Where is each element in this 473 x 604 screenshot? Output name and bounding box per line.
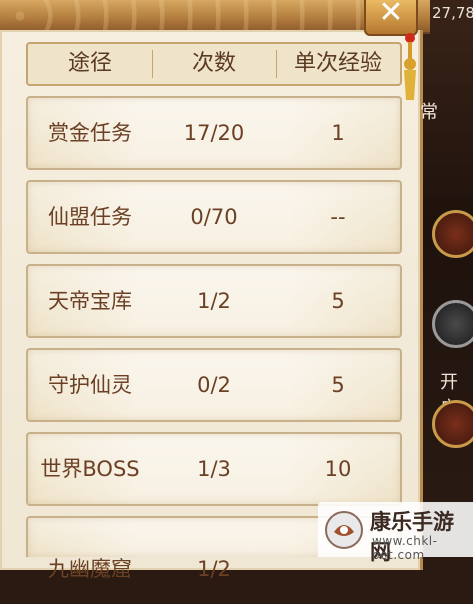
- header-path: 途径: [67, 51, 112, 76]
- row-path: 仙盟任务: [48, 205, 132, 229]
- site-watermark: 康乐手游网 www.chkl-pet.com: [318, 502, 473, 564]
- row-exp: 1: [331, 121, 345, 145]
- close-button[interactable]: ✕: [364, 0, 418, 36]
- table-row[interactable]: 赏金任务 17/20 1: [26, 96, 402, 170]
- table-row[interactable]: 世界BOSS 1/3 10: [26, 432, 402, 506]
- watermark-logo-icon: [325, 511, 363, 549]
- side-round-button[interactable]: [432, 400, 473, 448]
- row-count: 0/70: [190, 205, 238, 229]
- row-count: 0/2: [197, 373, 231, 397]
- header-exp: 单次经验: [293, 51, 382, 76]
- table-row[interactable]: 守护仙灵 0/2 5: [26, 348, 402, 422]
- status-time: 27,78: [432, 4, 473, 22]
- row-count: 1/2: [197, 289, 231, 313]
- side-round-button[interactable]: [432, 210, 473, 258]
- row-path: 天帝宝库: [48, 289, 132, 313]
- row-path: 世界BOSS: [40, 457, 140, 481]
- row-exp: 10: [324, 457, 352, 481]
- watermark-url: www.chkl-pet.com: [372, 534, 438, 562]
- table-header: 途径 次数 单次经验: [26, 42, 402, 86]
- side-sword-button[interactable]: [432, 300, 473, 348]
- header-count: 次数: [191, 51, 236, 76]
- row-count: 1/2: [197, 557, 231, 581]
- row-exp: 5: [331, 289, 345, 313]
- row-exp: --: [330, 205, 346, 229]
- row-path: 九幽魔窟: [48, 557, 132, 581]
- table-row[interactable]: 天帝宝库 1/2 5: [26, 264, 402, 338]
- table-row[interactable]: 仙盟任务 0/70 --: [26, 180, 402, 254]
- side-label-normal: 常: [420, 102, 438, 123]
- row-path: 守护仙灵: [48, 373, 132, 397]
- row-count: 17/20: [183, 121, 245, 145]
- row-path: 赏金任务: [48, 121, 132, 145]
- row-count: 1/3: [197, 457, 231, 481]
- row-exp: 5: [331, 373, 345, 397]
